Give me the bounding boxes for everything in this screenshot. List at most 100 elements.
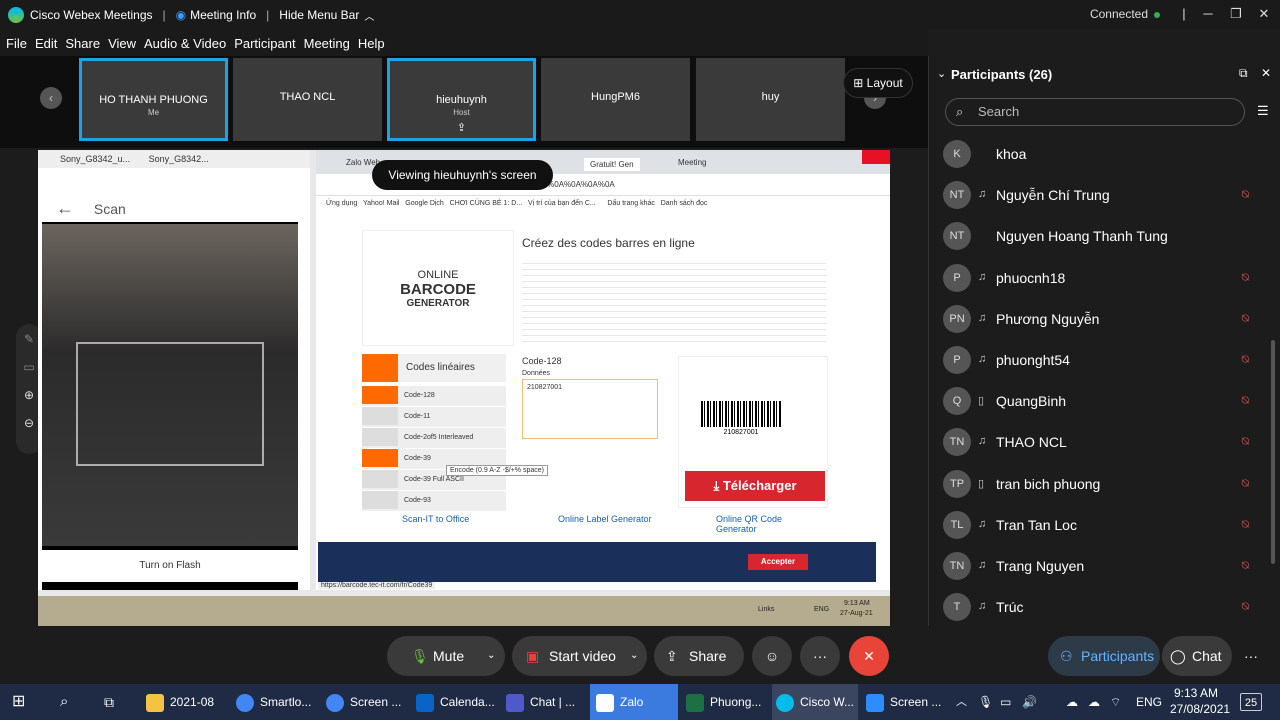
tray-language[interactable]: ENG — [1136, 684, 1162, 720]
chevron-down-icon[interactable]: ⌄ — [487, 636, 495, 676]
accept-cookies-button[interactable]: Accepter — [748, 554, 808, 570]
taskbar-app-active[interactable]: Zalo — [590, 684, 678, 720]
mic-muted-icon[interactable]: ⍉ — [1242, 517, 1249, 532]
thumbnail-participant[interactable]: huy — [696, 58, 845, 141]
browser-close-icon[interactable] — [862, 150, 890, 164]
mic-muted-icon[interactable]: ⍉ — [1242, 599, 1249, 614]
menu-audio-video[interactable]: Audio & Video — [144, 36, 226, 51]
menu-edit[interactable]: Edit — [35, 36, 57, 51]
collapse-icon[interactable]: ⌄ — [937, 67, 946, 80]
menu-meeting[interactable]: Meeting — [304, 36, 350, 51]
mic-muted-icon[interactable]: ⍉ — [1242, 270, 1249, 285]
mic-muted-icon[interactable]: ⍉ — [1242, 311, 1249, 326]
participant-row[interactable]: NT ♫ Nguyễn Chí Trung ⍉ — [941, 181, 1271, 222]
thumbnail-participant[interactable]: HungPM6 — [541, 58, 690, 141]
close-panel-icon[interactable]: ✕ — [1261, 66, 1271, 80]
thumbnail-me[interactable]: HO THANH PHUONG Me — [79, 58, 228, 141]
mic-muted-icon[interactable]: ⍉ — [1242, 476, 1249, 491]
mic-muted-icon[interactable]: ⍉ — [1242, 352, 1249, 367]
more-options-button[interactable]: ··· — [800, 636, 840, 676]
taskbar-app[interactable]: Cisco W... — [772, 684, 858, 720]
turn-on-flash-button[interactable]: Turn on Flash — [42, 550, 298, 582]
minimize-icon[interactable]: ─ — [1198, 4, 1218, 24]
search-input[interactable]: ⌕ Search — [945, 98, 1245, 126]
mic-muted-icon[interactable]: ⍉ — [1242, 434, 1249, 449]
tray-cloud-icon[interactable]: ☁ — [1066, 684, 1078, 720]
mic-muted-icon[interactable]: ⍉ — [1242, 187, 1249, 202]
tray-battery-icon[interactable]: ▭ — [1000, 684, 1011, 720]
menu-participant[interactable]: Participant — [234, 36, 295, 51]
mic-muted-icon[interactable]: ⍉ — [1242, 558, 1249, 573]
leave-meeting-button[interactable]: ✕ — [849, 636, 889, 676]
participants-button[interactable]: ⚇ Participants — [1048, 636, 1160, 676]
tray-time[interactable]: 9:13 AM — [1174, 686, 1218, 700]
participant-row[interactable]: TL ♫ Tran Tan Loc ⍉ — [941, 510, 1271, 552]
reactions-button[interactable]: ☺ — [752, 636, 792, 676]
hide-menu-bar-button[interactable]: Hide Menu Bar — [279, 8, 359, 22]
taskbar-app[interactable]: Phuong... — [686, 684, 761, 720]
scrollbar[interactable] — [1271, 340, 1275, 564]
participant-row[interactable]: PN ♫ Phương Nguyễn ⍉ — [941, 304, 1271, 346]
prev-thumbnails-button[interactable]: ‹ — [40, 87, 62, 109]
layout-button[interactable]: ⊞ Layout — [843, 68, 913, 98]
participant-row[interactable]: TN ♫ THAO NCL ⍉ — [941, 428, 1271, 469]
participant-row[interactable]: Q ▯ QuangBinh ⍉ — [941, 387, 1271, 428]
browser-tab-active[interactable]: Gratuit! Gen — [584, 158, 640, 171]
meeting-info-link[interactable]: Meeting Info — [190, 8, 256, 22]
notification-badge[interactable]: 25 — [1240, 693, 1262, 711]
code-type-item[interactable]: Code-128 — [362, 386, 506, 406]
participant-row[interactable]: TP ▯ tran bich phuong ⍉ — [941, 469, 1271, 511]
chat-button[interactable]: ◯ Chat — [1162, 636, 1232, 676]
taskbar-app[interactable]: 2021-08 — [146, 684, 214, 720]
meeting-info-icon[interactable]: ◉ — [176, 8, 186, 22]
thumbnail-participant[interactable]: THAO NCL — [233, 58, 382, 141]
participant-row[interactable]: T ♫ Trúc ⍉ — [941, 593, 1271, 634]
taskbar-app[interactable]: Smartlo... — [236, 684, 311, 720]
taskbar-app[interactable]: Calenda... — [416, 684, 495, 720]
more-icon[interactable]: | — [1174, 4, 1194, 24]
tray-mic-icon[interactable]: 🎙 — [978, 684, 993, 720]
promo-label-generator[interactable]: Online Label Generator — [558, 514, 652, 524]
taskbar-app[interactable]: Chat | ... — [506, 684, 575, 720]
menu-help[interactable]: Help — [358, 36, 385, 51]
tray-chevron-icon[interactable]: ︿ — [956, 684, 967, 720]
code-type-item[interactable]: Code-93 — [362, 491, 506, 511]
task-view-icon[interactable]: ⧉ — [104, 684, 114, 720]
chevron-down-icon[interactable]: ⌄ — [630, 636, 638, 676]
menu-share[interactable]: Share — [65, 36, 100, 51]
participant-row[interactable]: TN ♫ Trang Nguyen ⍉ — [941, 552, 1271, 593]
participant-row[interactable]: NT Nguyen Hoang Thanh Tung — [941, 222, 1271, 263]
participant-row[interactable]: P ♫ phuocnh18 ⍉ — [941, 263, 1271, 305]
mic-muted-icon[interactable]: ⍉ — [1242, 393, 1249, 408]
windows-start-icon[interactable]: ⊞ — [12, 684, 25, 720]
code-type-item[interactable]: Code-2of5 Interleaved — [362, 428, 506, 448]
participant-row[interactable]: Kkhoa — [941, 140, 1271, 181]
taskbar-app[interactable]: Screen ... — [326, 684, 401, 720]
code-type-item[interactable]: Code-11 — [362, 407, 506, 427]
menu-file[interactable]: File — [6, 36, 27, 51]
tray-volume-icon[interactable]: 🔊 — [1022, 684, 1037, 720]
popout-icon[interactable]: ⧉ — [1239, 66, 1248, 81]
sort-list-icon[interactable]: ☰ — [1257, 103, 1269, 119]
data-textarea[interactable]: 210827001 — [522, 379, 658, 439]
chevron-up-icon[interactable]: ︿ — [364, 8, 374, 23]
promo-scan-it[interactable]: Scan-IT to Office — [402, 514, 469, 524]
promo-qr-generator[interactable]: Online QR Code Generator — [716, 514, 806, 534]
taskbar-app[interactable]: Screen ... — [866, 684, 941, 720]
tray-date[interactable]: 27/08/2021 — [1170, 702, 1230, 716]
panel-more-button[interactable]: ··· — [1234, 636, 1268, 676]
participant-row[interactable]: P ♫ phuonght54 ⍉ — [941, 346, 1271, 387]
mute-button[interactable]: 🎙 Mute ⌄ — [387, 636, 505, 676]
browser-tab[interactable]: Meeting — [678, 158, 706, 167]
thumbnail-host[interactable]: hieuhuynh Host ⇪ — [387, 58, 536, 141]
search-icon[interactable]: ⌕ — [60, 684, 68, 720]
start-video-button[interactable]: ▣ Start video ⌄ — [512, 636, 647, 676]
download-button[interactable]: ⤓ Télécharger — [685, 471, 825, 501]
phone-tab[interactable]: Sony_G8342... — [149, 154, 209, 164]
phone-tab[interactable]: Sony_G8342_u... — [60, 154, 130, 164]
maximize-icon[interactable]: ❐ — [1226, 4, 1246, 24]
back-arrow-icon[interactable]: ← — [56, 198, 74, 218]
share-button[interactable]: ⇪ Share — [654, 636, 744, 676]
close-window-icon[interactable]: ✕ — [1254, 4, 1274, 24]
menu-view[interactable]: View — [108, 36, 136, 51]
